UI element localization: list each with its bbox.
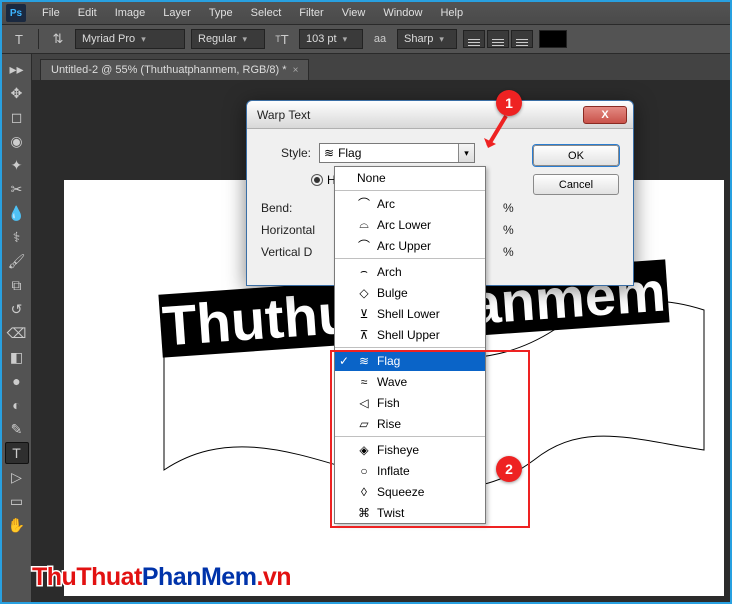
app-logo: Ps — [6, 4, 26, 22]
style-select[interactable]: ≋ Flag ▾ — [319, 143, 475, 163]
options-bar: T ⇅ Myriad Pro Regular TT 103 pt aa Shar… — [2, 24, 730, 54]
font-size-icon: TT — [271, 29, 293, 49]
callout-2: 2 — [496, 456, 522, 482]
style-value: Flag — [338, 146, 361, 160]
dialog-titlebar[interactable]: Warp Text X — [247, 101, 633, 129]
callout-1: 1 — [496, 90, 522, 116]
menu-help[interactable]: Help — [432, 5, 471, 21]
heal-tool[interactable]: ⚕ — [5, 226, 29, 248]
menu-filter[interactable]: Filter — [291, 5, 331, 21]
document-tab[interactable]: Untitled-2 @ 55% (Thuthuatphanmem, RGB/8… — [40, 59, 309, 80]
antialias-select[interactable]: Sharp — [397, 29, 457, 49]
style-option-arc-lower[interactable]: ⌓Arc Lower — [335, 214, 485, 235]
align-left-button[interactable] — [463, 30, 485, 48]
bend-pct: % — [503, 201, 521, 215]
menu-edit[interactable]: Edit — [70, 5, 105, 21]
dropdown-icon[interactable]: ▾ — [458, 144, 474, 162]
shape-tool[interactable]: ▭ — [5, 490, 29, 512]
font-style-select[interactable]: Regular — [191, 29, 265, 49]
document-tabs: Untitled-2 @ 55% (Thuthuatphanmem, RGB/8… — [32, 54, 730, 80]
history-brush-tool[interactable]: ↺ — [5, 298, 29, 320]
brush-tool[interactable]: 🖌 — [5, 250, 29, 272]
style-option-fisheye[interactable]: ◈Fisheye — [335, 439, 485, 460]
style-label: Style: — [261, 146, 311, 160]
gradient-tool[interactable]: ◧ — [5, 346, 29, 368]
hdist-pct: % — [503, 223, 521, 237]
style-option-bulge[interactable]: ◇Bulge — [335, 282, 485, 303]
type-tool[interactable]: T — [5, 442, 29, 464]
style-dropdown[interactable]: None ⌒Arc ⌓Arc Lower ⌒Arc Upper ⌢Arch ◇B… — [334, 166, 486, 524]
style-option-arch[interactable]: ⌢Arch — [335, 261, 485, 282]
menu-view[interactable]: View — [334, 5, 374, 21]
style-option-none[interactable]: None — [335, 167, 485, 188]
align-right-button[interactable] — [511, 30, 533, 48]
menu-layer[interactable]: Layer — [155, 5, 199, 21]
text-align-group — [463, 30, 533, 48]
style-option-twist[interactable]: ⌘Twist — [335, 502, 485, 523]
eraser-tool[interactable]: ⌫ — [5, 322, 29, 344]
style-option-wave[interactable]: ≈Wave — [335, 371, 485, 392]
eyedropper-tool[interactable]: 💧 — [5, 202, 29, 224]
menu-select[interactable]: Select — [243, 5, 290, 21]
ok-button[interactable]: OK — [533, 145, 619, 166]
text-color-swatch[interactable] — [539, 30, 567, 48]
menu-type[interactable]: Type — [201, 5, 241, 21]
move-tool[interactable]: ✥ — [5, 82, 29, 104]
callout-1-arrow — [482, 114, 512, 154]
type-tool-icon: T — [8, 29, 30, 49]
style-option-inflate[interactable]: ○Inflate — [335, 460, 485, 481]
style-option-fish[interactable]: ◁Fish — [335, 392, 485, 413]
menu-bar: Ps File Edit Image Layer Type Select Fil… — [2, 2, 730, 24]
menu-image[interactable]: Image — [107, 5, 154, 21]
stamp-tool[interactable]: ⧉ — [5, 274, 29, 296]
cancel-button[interactable]: Cancel — [533, 174, 619, 195]
font-size-select[interactable]: 103 pt — [299, 29, 363, 49]
antialias-label: aa — [369, 29, 391, 49]
watermark: ThuThuatPhanMem.vn — [32, 563, 291, 592]
style-option-shell-upper[interactable]: ⊼Shell Upper — [335, 324, 485, 345]
dialog-title: Warp Text — [257, 108, 583, 122]
style-option-rise[interactable]: ▱Rise — [335, 413, 485, 434]
wand-tool[interactable]: ✦ — [5, 154, 29, 176]
lasso-tool[interactable]: ◉ — [5, 130, 29, 152]
flag-icon: ≋ — [324, 146, 334, 160]
menu-file[interactable]: File — [34, 5, 68, 21]
dodge-tool[interactable]: ◐ — [5, 394, 29, 416]
blur-tool[interactable]: ● — [5, 370, 29, 392]
dialog-close-button[interactable]: X — [583, 106, 627, 124]
path-select-tool[interactable]: ▷ — [5, 466, 29, 488]
collapse-icon[interactable]: ▸▸ — [5, 58, 29, 80]
font-family-select[interactable]: Myriad Pro — [75, 29, 185, 49]
style-option-arc-upper[interactable]: ⌒Arc Upper — [335, 235, 485, 256]
close-tab-icon[interactable]: × — [293, 65, 299, 76]
crop-tool[interactable]: ✂ — [5, 178, 29, 200]
style-option-shell-lower[interactable]: ⊻Shell Lower — [335, 303, 485, 324]
align-center-button[interactable] — [487, 30, 509, 48]
tools-panel: ▸▸ ✥ ◻ ◉ ✦ ✂ 💧 ⚕ 🖌 ⧉ ↺ ⌫ ◧ ● ◐ ✎ T ▷ ▭ ✋ — [2, 54, 32, 602]
style-option-arc[interactable]: ⌒Arc — [335, 193, 485, 214]
style-option-squeeze[interactable]: ◊Squeeze — [335, 481, 485, 502]
radio-horizontal[interactable] — [311, 174, 323, 186]
vdist-pct: % — [503, 245, 521, 259]
document-tab-title: Untitled-2 @ 55% (Thuthuatphanmem, RGB/8… — [51, 64, 287, 76]
menu-window[interactable]: Window — [375, 5, 430, 21]
orientation-toggle-icon[interactable]: ⇅ — [47, 29, 69, 49]
style-option-flag[interactable]: ✓≋Flag — [335, 350, 485, 371]
marquee-tool[interactable]: ◻ — [5, 106, 29, 128]
hand-tool[interactable]: ✋ — [5, 514, 29, 536]
pen-tool[interactable]: ✎ — [5, 418, 29, 440]
